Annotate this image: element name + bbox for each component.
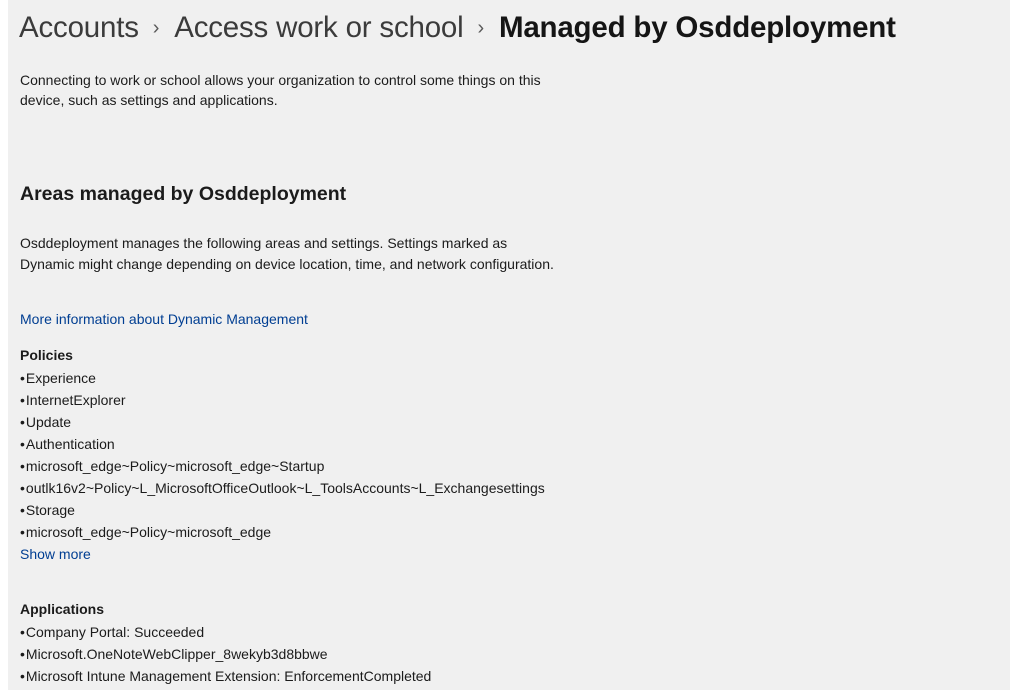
breadcrumb-separator-icon: ›: [477, 17, 484, 39]
bullet-icon: •: [20, 480, 25, 496]
policy-item-label: Update: [25, 414, 72, 430]
policy-item-label: microsoft_edge~Policy~microsoft_edge~Sta…: [25, 458, 325, 474]
list-item: •InternetExplorer: [20, 389, 560, 411]
application-item-label: Microsoft Intune Management Extension: E…: [25, 668, 432, 684]
breadcrumb-separator-icon: ›: [152, 17, 160, 39]
page-title: Managed by Osddeployment: [498, 11, 896, 44]
policy-item-label: Experience: [25, 370, 96, 386]
policy-item-label: Storage: [25, 502, 75, 518]
main-content: Connecting to work or school allows your…: [20, 70, 560, 684]
policies-title: Policies: [20, 347, 73, 363]
list-item: •outlk16v2~Policy~L_MicrosoftOfficeOutlo…: [20, 477, 560, 499]
list-item: •microsoft_edge~Policy~microsoft_edge: [20, 521, 560, 543]
bullet-icon: •: [20, 646, 25, 662]
intro-text: Connecting to work or school allows your…: [20, 72, 541, 108]
policy-item-label: Authentication: [25, 436, 115, 452]
applications-list: Applications •Company Portal: Succeeded …: [20, 599, 560, 687]
application-item-label: Microsoft.OneNoteWebClipper_8wekyb3d8bbw…: [25, 646, 328, 662]
policy-item-label: microsoft_edge~Policy~microsoft_edge: [25, 524, 272, 540]
bullet-icon: •: [20, 414, 25, 430]
areas-heading: Areas managed by Osddeployment: [20, 183, 347, 205]
bullet-icon: •: [20, 370, 25, 386]
list-item: •Update: [20, 411, 560, 433]
bullet-icon: •: [20, 668, 25, 684]
areas-description: Osddeployment manages the following area…: [20, 235, 554, 272]
list-item: •Microsoft.OneNoteWebClipper_8wekyb3d8bb…: [20, 643, 560, 665]
dynamic-management-link[interactable]: More information about Dynamic Managemen…: [20, 309, 308, 329]
list-item: •Storage: [20, 499, 560, 521]
bullet-icon: •: [20, 392, 25, 408]
list-item: •microsoft_edge~Policy~microsoft_edge~St…: [20, 455, 560, 477]
bullet-icon: •: [20, 502, 25, 518]
policies-list: Policies •Experience •InternetExplorer •…: [20, 345, 560, 565]
bullet-icon: •: [20, 458, 25, 474]
bullet-icon: •: [20, 524, 25, 540]
breadcrumb-access-work-or-school[interactable]: Access work or school: [174, 11, 463, 44]
bullet-icon: •: [20, 624, 25, 640]
application-item-label: Company Portal: Succeeded: [25, 624, 205, 640]
policy-item-label: InternetExplorer: [25, 392, 126, 408]
breadcrumb-accounts[interactable]: Accounts: [19, 11, 139, 44]
policy-item-label: outlk16v2~Policy~L_MicrosoftOfficeOutloo…: [25, 480, 545, 496]
settings-page: Accounts › Access work or school › Managed b…: [8, 0, 1010, 690]
bullet-icon: •: [20, 436, 25, 452]
list-item: •Authentication: [20, 433, 560, 455]
show-more-link[interactable]: Show more: [20, 543, 91, 565]
list-item: •Experience: [20, 367, 560, 389]
list-item: •Microsoft Intune Management Extension: …: [20, 665, 560, 687]
list-item: •Company Portal: Succeeded: [20, 621, 560, 643]
breadcrumb: Accounts › Access work or school › Managed b…: [19, 8, 896, 51]
applications-title: Applications: [20, 601, 105, 617]
